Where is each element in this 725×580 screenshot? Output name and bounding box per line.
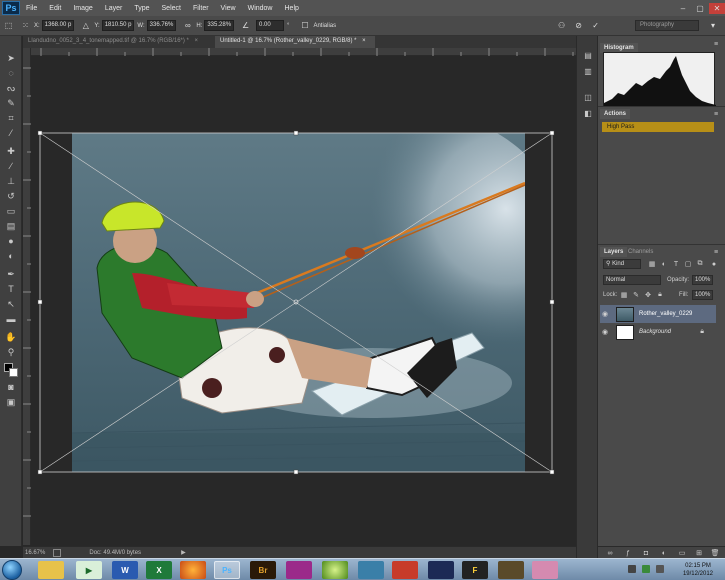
start-button[interactable] [2, 560, 22, 580]
lock-pixels-icon[interactable]: ✎ [632, 291, 640, 299]
clock-time: 02:15 PM [685, 563, 711, 569]
visibility-eye-icon[interactable]: ◉ [600, 310, 610, 318]
tray-icon[interactable] [656, 565, 664, 573]
panel-divider [598, 106, 725, 107]
transform-handle [293, 469, 299, 475]
histogram-graph [603, 52, 716, 107]
document-size: Doc: 49.4M/0 bytes [89, 549, 142, 556]
lock-position-icon[interactable]: ✥ [644, 291, 652, 299]
tab-channels[interactable]: Channels [624, 247, 657, 257]
bridge-icon[interactable]: Br [250, 561, 276, 579]
panel-divider [598, 244, 725, 245]
status-menu-arrow-icon[interactable]: ▶ [181, 549, 186, 556]
collapsed-panels-strip: ▤ ▥ ◫ ◧ [576, 36, 598, 558]
app-icon[interactable] [286, 561, 312, 579]
tray-icon[interactable] [642, 565, 650, 573]
transform-handle [37, 130, 43, 136]
tab-actions[interactable]: Actions [600, 109, 631, 119]
filter-shape-icon[interactable]: ▢ [684, 260, 692, 268]
opacity-label: Opacity: [667, 277, 690, 283]
workspace-menu-icon[interactable]: ▾ [706, 20, 720, 31]
layer-mask-icon[interactable]: ◘ [642, 549, 650, 557]
fill-label: Fill: [679, 292, 689, 298]
kind-label: Kind [612, 261, 625, 267]
styles-panel-icon[interactable]: ◧ [582, 108, 594, 118]
lock-all-icon[interactable]: 🔒︎ [656, 291, 664, 299]
transform-overlay [37, 130, 555, 475]
word-icon[interactable]: W [112, 561, 138, 579]
window-controls: – ▢ ✕ [674, 2, 725, 14]
windows-taskbar: ▶ W X Ps Br F 02:15 PM 19/12/2012 [0, 558, 725, 580]
program-icon[interactable]: ▶ [76, 561, 102, 579]
transform-handle [549, 130, 555, 136]
transform-handle [37, 469, 43, 475]
link-layers-icon[interactable]: ∞ [606, 549, 614, 557]
maximize-button[interactable]: ▢ [692, 3, 708, 14]
filter-adjustment-icon[interactable]: ◐ [660, 260, 668, 268]
transform-handle [549, 299, 555, 305]
filter-toggle-icon[interactable]: ● [710, 260, 718, 268]
opacity-input[interactable]: 100% [692, 275, 713, 285]
transform-handle [37, 299, 43, 305]
tray-icon[interactable] [628, 565, 636, 573]
layer-thumbnail [616, 306, 634, 322]
explorer-icon[interactable] [38, 561, 64, 579]
layer-row-background[interactable]: ◉ Background 🔒︎ [600, 323, 716, 341]
zoom-level[interactable]: 16.67% [25, 550, 45, 556]
filter-pixel-icon[interactable]: ▦ [648, 260, 656, 268]
workspace-select[interactable]: Photography [635, 20, 699, 31]
status-info-icon[interactable] [53, 548, 62, 557]
layer-name[interactable]: Rother_valley_0229 [639, 311, 692, 317]
firefox-icon[interactable] [180, 561, 206, 579]
lock-label: Lock: [603, 292, 618, 298]
transform-center-point [293, 299, 299, 305]
app-icon[interactable] [358, 561, 384, 579]
properties-panel-icon[interactable]: ▥ [582, 66, 594, 76]
panel-menu-icon[interactable]: ≡ [712, 110, 720, 118]
transform-handle [549, 469, 555, 475]
minimize-button[interactable]: – [675, 3, 691, 14]
app-icon[interactable] [392, 561, 418, 579]
panel-menu-icon[interactable]: ≡ [712, 40, 720, 48]
transform-handle [293, 130, 299, 136]
filter-smart-object-icon[interactable]: ⧉ [696, 260, 704, 268]
panel-menu-icon[interactable]: ≡ [712, 248, 720, 256]
history-panel-icon[interactable]: ▤ [582, 50, 594, 60]
app-icon[interactable] [498, 561, 524, 579]
close-button[interactable]: ✕ [709, 2, 725, 14]
clock-date: 19/12/2012 [682, 571, 713, 577]
layers-footer: ∞ ƒ ◘ ◐ ▭ ⊞ 🗑︎ [598, 546, 725, 558]
blend-mode-select[interactable]: Normal [603, 275, 661, 285]
layer-row-rother-valley[interactable]: ◉ Rother_valley_0229 [600, 305, 716, 323]
adjustment-layer-icon[interactable]: ◐ [660, 549, 668, 557]
excel-icon[interactable]: X [146, 561, 172, 579]
system-clock[interactable]: 02:15 PM 19/12/2012 [683, 562, 713, 578]
status-bar: 16.67% Doc: 49.4M/0 bytes ▶ [23, 546, 598, 558]
app-icon[interactable] [532, 561, 558, 579]
adjustments-panel-icon[interactable]: ◫ [582, 92, 594, 102]
app-icon[interactable]: F [462, 561, 488, 579]
layer-filter-kind-select[interactable]: ⚲ Kind [603, 259, 641, 269]
new-group-icon[interactable]: ▭ [678, 549, 686, 557]
visibility-eye-icon[interactable]: ◉ [600, 328, 610, 336]
layer-thumbnail [616, 324, 634, 340]
app-icon[interactable] [322, 561, 348, 579]
layer-name[interactable]: Background [639, 329, 671, 335]
lock-transparency-icon[interactable]: ▦ [620, 291, 628, 299]
fill-input[interactable]: 100% [692, 290, 713, 300]
action-item-high-pass[interactable]: High Pass [602, 122, 714, 132]
app-icon[interactable] [428, 561, 454, 579]
photoshop-taskbar-icon[interactable]: Ps [214, 561, 240, 579]
new-layer-icon[interactable]: ⊞ [695, 549, 703, 557]
lock-icon: 🔒︎ [700, 328, 704, 335]
layer-style-icon[interactable]: ƒ [624, 549, 632, 557]
filter-type-icon[interactable]: T [672, 260, 680, 268]
delete-layer-icon[interactable]: 🗑︎ [711, 549, 720, 557]
